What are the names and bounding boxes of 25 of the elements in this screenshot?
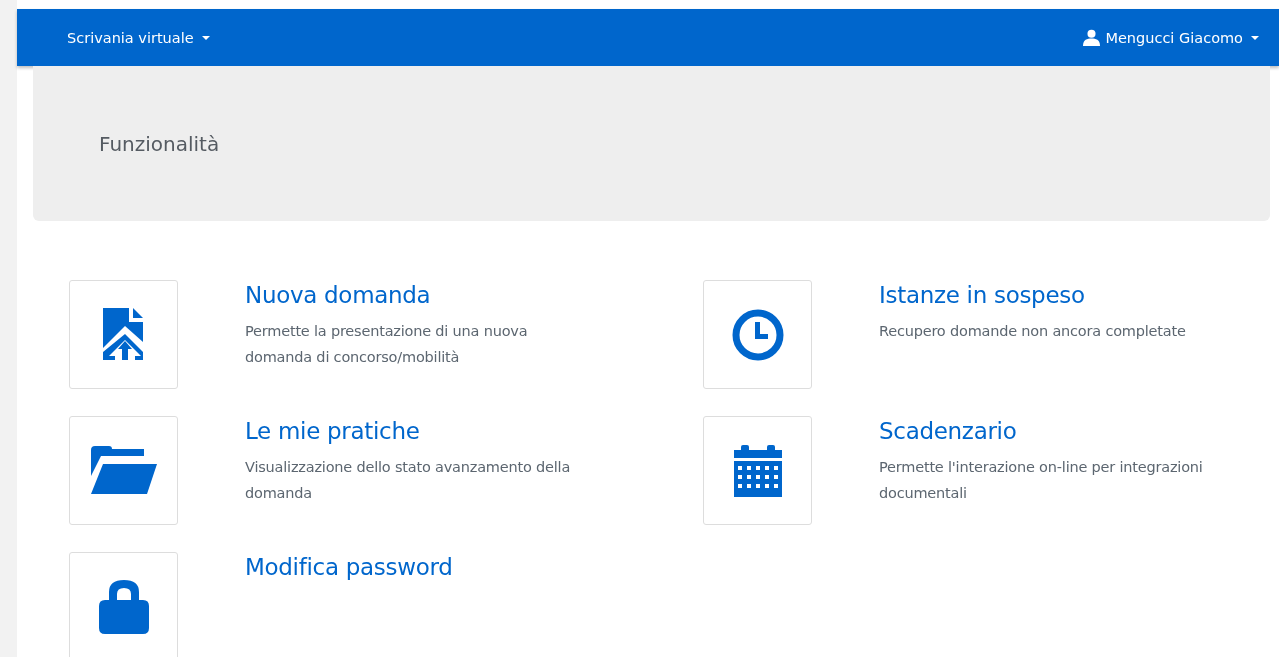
feature-description: Permette l'interazione on-line per integrazioni documentali <box>879 458 1204 503</box>
file-upload-icon <box>102 307 145 362</box>
feature-description: Permette la presentazione di una nuova domanda di concorso/mobilità <box>245 322 529 367</box>
calendar-icon <box>733 444 782 497</box>
user-icon <box>1083 29 1101 46</box>
user-menu[interactable]: Mengucci Giacomo <box>1083 29 1259 46</box>
feature-icon-button[interactable] <box>69 416 178 525</box>
caret-icon <box>1251 35 1259 40</box>
clock-icon <box>731 308 784 361</box>
scrivania-menu[interactable]: Scrivania virtuale <box>67 29 210 46</box>
feature-link[interactable]: Istanze in sospeso <box>879 282 1085 308</box>
folder-icon <box>90 445 157 496</box>
caret-icon <box>201 35 210 40</box>
feature-icon-button[interactable] <box>69 552 178 657</box>
feature-link[interactable]: Nuova domanda <box>245 282 431 308</box>
feature-icon-button[interactable] <box>69 280 178 389</box>
feature-icon-button[interactable] <box>703 280 812 389</box>
feature-icon-button[interactable] <box>703 416 812 525</box>
lock-icon <box>98 579 149 634</box>
feature-link[interactable]: Le mie pratiche <box>245 418 420 444</box>
feature-link[interactable]: Scadenzario <box>879 418 1017 444</box>
feature-link[interactable]: Modifica password <box>245 554 453 580</box>
feature-description: Recupero domande non ancora completate <box>879 322 1186 341</box>
feature-description: Visualizzazione dello stato avanzamento della domanda <box>245 458 572 503</box>
page-title: Funzionalità <box>99 131 220 156</box>
